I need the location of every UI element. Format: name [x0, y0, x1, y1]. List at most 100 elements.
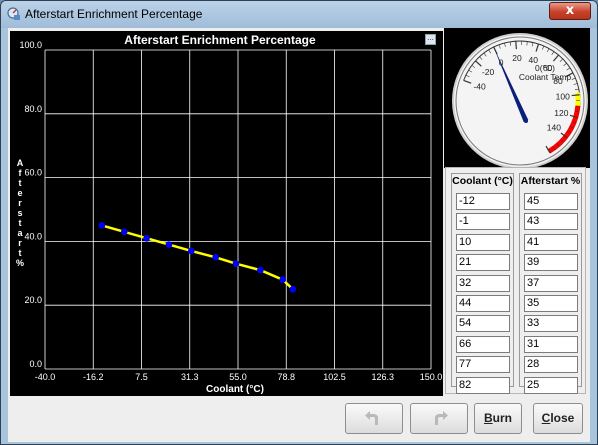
afterstart-cell[interactable]: 35 [524, 295, 578, 312]
gauge-tick-label: 120 [554, 108, 568, 118]
close-label: lose [550, 411, 575, 425]
y-axis-label-char: t [19, 178, 22, 188]
app-window: Afterstart Enrichment Percentage x After… [0, 0, 598, 445]
window-client-area: Afterstart Enrichment Percentage 0.0 20.0… [8, 28, 590, 442]
series-line [101, 224, 294, 291]
x-tick-label: 150.0 [420, 372, 443, 382]
x-tick-label: -40.0 [35, 372, 56, 382]
x-tick-label: -16.2 [83, 372, 104, 382]
coolant-cell[interactable]: -1 [456, 213, 510, 231]
data-point[interactable] [289, 285, 297, 293]
data-point[interactable] [143, 234, 150, 242]
gauge-tick-label: -20 [482, 67, 495, 77]
burn-button[interactable]: Burn [474, 403, 522, 434]
coolant-cell[interactable]: 77 [456, 356, 510, 374]
gauge-tick-label: -40 [473, 81, 486, 91]
afterstart-cell[interactable]: 31 [524, 335, 578, 353]
chart-grid [44, 49, 432, 370]
x-tick-label: 55.0 [229, 372, 247, 382]
data-point[interactable] [120, 228, 128, 236]
gauge-name-label: Coolant Temp [519, 72, 572, 82]
afterstart-cell[interactable]: 33 [524, 315, 578, 333]
y-axis-label-char: A [17, 158, 24, 168]
y-axis-label-char: e [17, 188, 22, 198]
x-tick-labels: -40.0 -16.2 7.5 31.3 55.0 78.8 102.5 126.3 150.0 [35, 372, 443, 382]
y-tick-label: 20.0 [24, 295, 42, 305]
x-axis-label: Coolant (°C) [206, 384, 264, 395]
data-point[interactable] [187, 247, 195, 255]
x-tick-label: 102.5 [323, 372, 346, 382]
enrichment-chart[interactable]: Afterstart Enrichment Percentage 0.0 20.0… [10, 31, 443, 396]
data-point[interactable] [257, 266, 264, 274]
data-point[interactable] [279, 276, 286, 283]
series-afterstart [98, 222, 297, 293]
gauge-tick-label: 100 [556, 92, 570, 102]
afterstart-cell[interactable]: 25 [524, 376, 578, 394]
chart-canvas[interactable]: Afterstart Enrichment Percentage 0.0 20.0… [10, 31, 443, 396]
x-tick-label: 7.5 [135, 372, 148, 382]
afterstart-cell[interactable]: 43 [524, 213, 578, 231]
y-tick-label: 100.0 [19, 40, 42, 50]
data-point[interactable] [232, 260, 240, 268]
y-axis-label: Afterstart% [16, 158, 24, 268]
coolant-cell[interactable]: 44 [456, 295, 510, 312]
afterstart-cell[interactable]: 28 [524, 356, 578, 374]
coolant-cell[interactable]: -12 [456, 193, 510, 210]
burn-label: urn [492, 411, 512, 425]
data-point[interactable] [212, 254, 219, 261]
gauge-tick-label: 140 [547, 122, 561, 132]
close-button[interactable]: Close [533, 403, 583, 434]
coolant-gauge-panel: -40 -20 0 20 40 60 80 100 120 140 0(°C) Coolant T… [444, 28, 590, 169]
coolant-cell[interactable]: 66 [456, 335, 510, 353]
x-tick-label: 78.8 [277, 372, 295, 382]
gauge-tick [571, 94, 580, 97]
y-axis-label-char: t [19, 248, 22, 258]
chart-title: Afterstart Enrichment Percentage [124, 33, 316, 47]
y-tick-label: 80.0 [24, 104, 42, 114]
app-icon [7, 7, 20, 20]
y-tick-labels: 0.0 20.0 40.0 60.0 80.0 100.0 [19, 40, 42, 369]
burn-mnemonic: B [483, 411, 493, 425]
undo-icon [365, 411, 378, 425]
coolant-column: Coolant (°C) -12 -1 10 21 32 44 54 66 77 82 [451, 173, 514, 394]
undo-button[interactable] [345, 403, 403, 434]
afterstart-cell[interactable]: 37 [524, 274, 578, 292]
data-point[interactable] [98, 222, 106, 229]
coolant-column-header: Coolant (°C) [452, 175, 513, 187]
coolant-cell[interactable]: 10 [456, 233, 510, 251]
coolant-cell[interactable]: 32 [456, 274, 510, 292]
window-title: Afterstart Enrichment Percentage [25, 7, 203, 21]
redo-icon [435, 411, 448, 425]
y-axis-label-char: a [17, 228, 23, 238]
chart-options-button[interactable]: ... [425, 34, 436, 45]
y-tick-label: 60.0 [24, 168, 42, 178]
y-tick-label: 40.0 [24, 231, 42, 241]
afterstart-cell[interactable]: 39 [524, 254, 578, 272]
y-axis-label-char: t [19, 218, 22, 228]
x-tick-label: 126.3 [371, 372, 394, 382]
gauge-hub [524, 119, 528, 123]
coolant-cell[interactable]: 21 [456, 254, 510, 272]
y-axis-label-char: % [16, 258, 24, 268]
gauge-tick [515, 41, 517, 50]
coolant-temp-gauge: -40-200 20 406080100120140 0(°C) Coolant T… [452, 33, 588, 169]
coolant-cell[interactable]: 82 [456, 376, 510, 394]
title-bar[interactable]: Afterstart Enrichment Percentage x [1, 1, 597, 28]
x-tick-label: 31.3 [181, 372, 199, 382]
button-bar: Burn Close [8, 398, 590, 442]
data-point[interactable] [165, 241, 173, 248]
coolant-cell[interactable]: 54 [456, 315, 510, 333]
curve-table: Coolant (°C) -12 -1 10 21 32 44 54 66 77 82 After… [445, 167, 586, 394]
y-tick-label: 0.0 [29, 359, 42, 369]
afterstart-column-header: Afterstart % [520, 175, 581, 187]
y-axis-label-char: f [19, 168, 23, 178]
window-close-button[interactable]: x [549, 2, 591, 20]
y-axis-label-char: s [17, 208, 22, 218]
afterstart-cell[interactable]: 41 [524, 233, 578, 251]
y-axis-label-char: r [18, 238, 22, 248]
gauge-tick-label: 20 [512, 53, 522, 63]
afterstart-column: Afterstart % 45 43 41 39 37 35 33 31 28 25 [519, 173, 582, 394]
y-axis-label-char: r [18, 198, 22, 208]
redo-button[interactable] [410, 403, 468, 434]
afterstart-cell[interactable]: 45 [524, 193, 578, 210]
